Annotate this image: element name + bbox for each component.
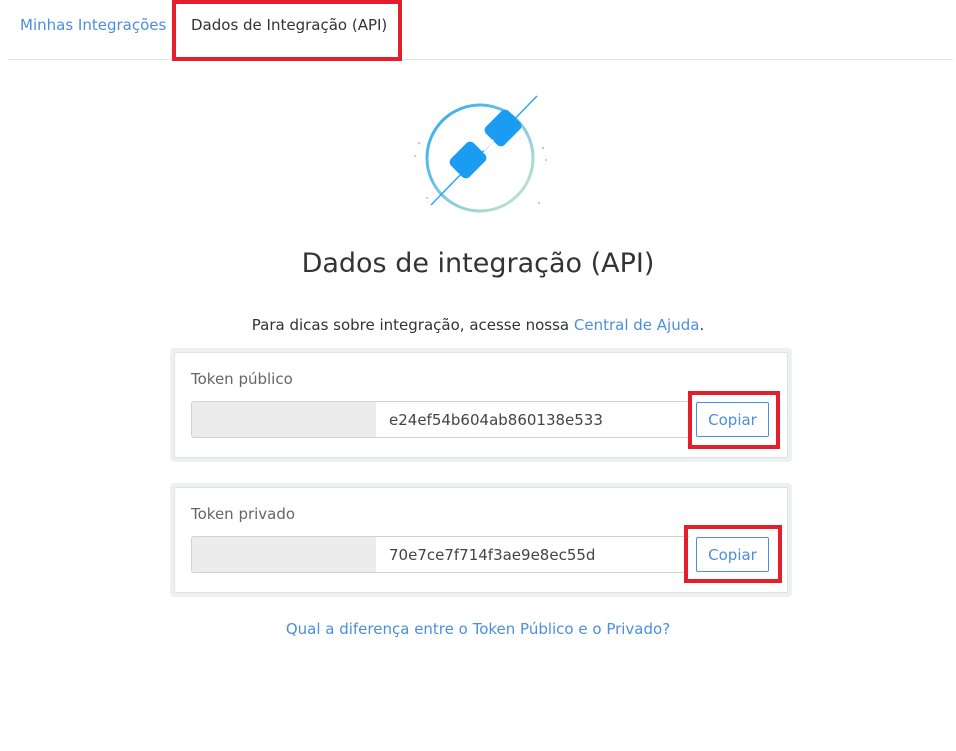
tab-dados-integracao-api[interactable]: Dados de Integração (API) (191, 0, 387, 50)
private-token-prefix (191, 536, 377, 573)
copy-public-token-button[interactable]: Copiar (696, 402, 769, 437)
private-token-label: Token privado (191, 505, 296, 523)
token-difference-row: Qual a diferença entre o Token Público e… (0, 620, 956, 638)
private-token-panel: Token privado Copiar (174, 487, 788, 593)
public-token-field[interactable] (376, 401, 689, 438)
help-line: Para dicas sobre integração, acesse noss… (0, 316, 956, 334)
help-text: Para dicas sobre integração, acesse noss… (251, 316, 574, 334)
public-token-prefix (191, 401, 377, 438)
public-token-label: Token público (191, 370, 293, 388)
private-token-card: Token privado Copiar (170, 483, 792, 597)
token-difference-link[interactable]: Qual a diferença entre o Token Público e… (286, 620, 670, 638)
tab-minhas-integracoes[interactable]: Minhas Integrações (20, 0, 166, 50)
copy-private-token-button[interactable]: Copiar (696, 537, 769, 572)
public-token-panel: Token público Copiar (174, 352, 788, 458)
tab-bar: Minhas Integrações Dados de Integração (… (0, 0, 956, 60)
tab-divider (7, 59, 953, 60)
help-center-link[interactable]: Central de Ajuda (574, 316, 700, 334)
plug-icon (413, 95, 548, 213)
page-title: Dados de integração (API) (301, 248, 655, 279)
public-token-card: Token público Copiar (170, 348, 792, 462)
help-suffix: . (699, 316, 705, 334)
private-token-field[interactable] (376, 536, 689, 573)
